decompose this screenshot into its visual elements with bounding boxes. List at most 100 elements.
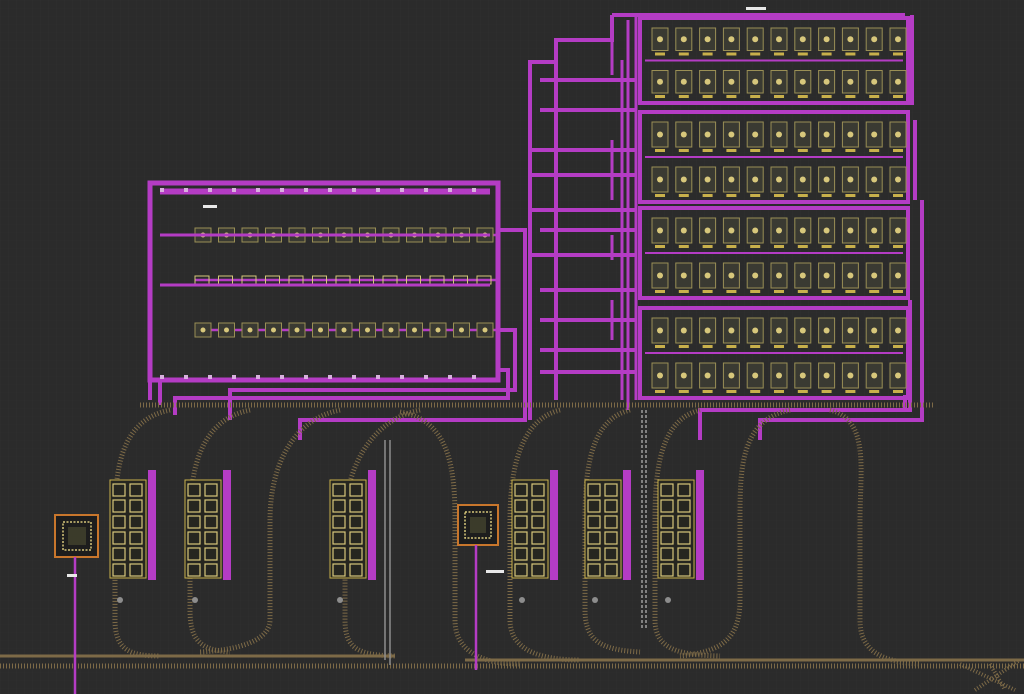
gear-icon [776,372,782,379]
gear-icon [895,327,901,334]
power-pole [232,375,236,379]
belt-segment [893,345,903,348]
gear-icon [657,327,663,334]
belt-segment [893,149,903,152]
belt-segment [726,290,737,293]
power-pole [208,375,212,379]
belt-segment [797,345,808,348]
factory-map[interactable] [0,0,1024,694]
belt-segment [821,390,832,393]
belt-segment [821,345,832,348]
gear-icon [200,327,206,333]
gear-icon [895,227,901,234]
belt-segment [655,95,665,98]
belt-segment [750,194,761,197]
gear-icon [823,227,830,234]
power-pole [280,188,284,192]
power-pole [184,188,188,192]
station-platform [184,479,222,579]
belt-segment [678,290,689,293]
gear-icon [895,372,901,379]
gear-icon [823,327,830,334]
gear-icon [847,36,854,43]
belt-segment [797,95,808,98]
gear-icon [895,131,901,138]
assembly-stack[interactable] [638,110,910,204]
gear-icon [799,176,806,183]
tag-top [746,7,766,10]
belt-segment [869,290,880,293]
belt-segment [726,390,737,393]
belt-segment [702,290,713,293]
gear-icon [823,372,830,379]
assembly-stack[interactable] [638,206,910,300]
gear-icon [657,372,663,379]
belt-segment [821,245,832,248]
gear-icon [318,327,323,333]
power-pole [256,188,260,192]
belt-segment [797,194,808,197]
gear-icon [823,272,830,279]
belt-segment [869,52,880,56]
assembly-stack[interactable] [638,306,910,400]
belt-segment [678,52,689,56]
gear-icon [728,176,735,183]
station-power [550,470,558,580]
belt-segment [845,290,856,293]
belt-segment [774,345,784,348]
belt-segment [797,390,808,393]
power-pole [352,375,356,379]
belt-segment [655,290,665,293]
gear-icon [776,131,782,138]
train-stop-icon [192,597,198,603]
gear-icon [704,78,711,85]
gear-icon [704,372,711,379]
power-pole [472,375,476,379]
belt-segment [774,52,784,56]
power-pole [256,375,260,379]
power-pole [208,188,212,192]
belt-segment [774,194,784,197]
smelter-block-label [203,205,217,208]
belt-segment [821,149,832,152]
train-stop-icon [592,597,598,603]
gear-icon [871,131,878,138]
belt-segment [678,149,689,152]
gear-icon [871,36,878,43]
assembly-stack[interactable] [638,16,910,105]
gear-icon [680,36,687,43]
gear-icon [680,327,687,334]
power-pole [352,188,356,192]
gear-icon [459,327,464,333]
gear-icon [776,272,782,279]
gear-icon [871,272,878,279]
gear-icon [680,131,687,138]
station-label-right [486,570,504,573]
belt-segment [678,95,689,98]
power-pole [472,188,476,192]
gear-icon [704,227,711,234]
belt-segment [774,245,784,248]
gear-icon [752,227,759,234]
belt-segment [726,95,737,98]
station-power [368,470,376,580]
gear-icon [847,78,854,85]
gear-icon [728,78,735,85]
gear-icon [657,227,663,234]
power-pole [232,188,236,192]
belt-segment [655,390,665,393]
gear-icon [799,227,806,234]
belt-segment [726,345,737,348]
belt-segment [655,194,665,197]
belt-segment [678,390,689,393]
power-pole [160,188,164,192]
belt-segment [750,245,761,248]
belt-segment [869,95,880,98]
gear-icon [752,327,759,334]
gear-icon [895,272,901,279]
gear-icon [224,327,229,333]
gear-icon [728,372,735,379]
belt-segment [869,194,880,197]
belt-segment [869,245,880,248]
power-pole [280,375,284,379]
